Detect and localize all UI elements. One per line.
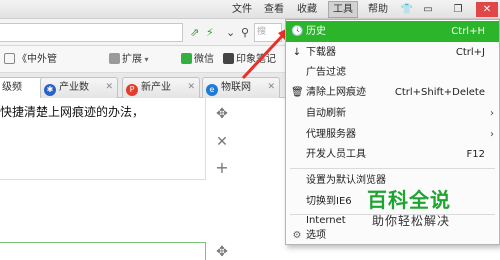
tab-label: 级频 — [2, 82, 22, 93]
menu-help[interactable]: 帮助 — [365, 3, 391, 17]
tab-item[interactable]: ✱ 产业数 ✕ — [40, 77, 118, 98]
move-icon[interactable]: ✥ — [214, 106, 230, 122]
close-icon[interactable]: ✕ — [214, 134, 230, 150]
tab-label: 物联网 — [221, 82, 251, 93]
move-icon[interactable]: ✥ — [214, 244, 230, 260]
lightning-icon[interactable]: ⚡ — [206, 26, 214, 40]
gear-icon: ⚙ — [292, 230, 302, 241]
news-icon: P — [126, 84, 138, 96]
skin-icon[interactable]: 👕 — [397, 2, 417, 17]
chevron-right-icon: › — [490, 108, 494, 119]
page-icon — [4, 53, 15, 64]
content-box — [0, 242, 206, 260]
watermark-slogan: 助你轻松解决 — [372, 214, 451, 228]
menu-view[interactable]: 查看 — [261, 3, 287, 17]
trash-icon: 🗑 — [291, 87, 304, 98]
search-input[interactable]: 搜 — [254, 23, 282, 42]
evernote-label: 印象笔记 — [236, 54, 276, 65]
tab-close-icon[interactable]: ✕ — [105, 78, 113, 97]
menu-item-clear-history[interactable]: 🗑 清除上网痕迹 Ctrl+Shift+Delete — [286, 82, 499, 103]
bookmark-label: 《中外管 — [17, 54, 57, 65]
tab-item[interactable]: e 物联网 ✕ — [202, 77, 280, 98]
menu-separator — [290, 168, 495, 169]
globe-icon: e — [206, 84, 218, 96]
minimize-button[interactable]: ▭ — [418, 2, 438, 17]
wechat-icon — [181, 53, 192, 64]
tab-label: 新产业 — [141, 82, 171, 93]
close-button[interactable]: ✕ — [476, 2, 498, 17]
url-input[interactable] — [0, 23, 183, 42]
menu-item-dev-tools[interactable]: 开发人员工具 F12 — [286, 144, 499, 165]
download-icon: ↓ — [292, 47, 302, 58]
tab-label: 产业数 — [59, 82, 89, 93]
extensions-button[interactable]: 扩展 ▾ — [109, 53, 149, 67]
bookmark-item[interactable]: 《中外管 — [4, 53, 57, 67]
evernote-icon — [223, 53, 234, 64]
tab-item[interactable]: P 新产业 ✕ — [122, 77, 200, 98]
clock-icon: 🕓 — [291, 26, 304, 37]
restore-button[interactable]: ❐ — [448, 2, 468, 17]
article-box: 快捷清楚上网痕迹的办法， — [0, 98, 206, 180]
paw-icon: ✱ — [44, 84, 56, 96]
wechat-label: 微信 — [194, 54, 214, 65]
evernote-button[interactable]: 印象笔记 — [223, 53, 276, 67]
watermark-logo: 百科全说 — [367, 188, 451, 212]
extensions-label: 扩展 — [122, 54, 142, 65]
wechat-button[interactable]: 微信 — [181, 53, 214, 67]
article-text: 快捷清楚上网痕迹的办法， — [0, 105, 145, 119]
menu-file[interactable]: 文件 — [229, 3, 255, 17]
chevron-right-icon: › — [490, 129, 494, 140]
puzzle-icon — [109, 53, 120, 64]
menu-item-history[interactable]: 🕓 历史 Ctrl+H — [286, 21, 499, 42]
menu-item-auto-refresh[interactable]: 自动刷新 › — [286, 103, 499, 124]
menu-item-proxy[interactable]: 代理服务器 › — [286, 124, 499, 145]
tab-close-icon[interactable]: ✕ — [187, 78, 195, 97]
search-icon[interactable]: ⚲ — [241, 26, 249, 40]
add-icon[interactable]: + — [214, 158, 230, 177]
share-icon[interactable]: ⇗ — [190, 26, 199, 40]
menu-bar: 文件 查看 收藏 工具 帮助 👕 ▭ ❐ ✕ — [0, 0, 500, 19]
menu-item-ad-filter[interactable]: 广告过滤 — [286, 62, 499, 83]
tab-close-icon[interactable]: ✕ — [267, 78, 275, 97]
chevron-down-icon[interactable]: ⌄ — [226, 26, 235, 40]
menu-item-downloads[interactable]: ↓ 下载器 Ctrl+J — [286, 42, 499, 63]
menu-tools[interactable]: 工具 — [328, 1, 358, 18]
menu-favorites[interactable]: 收藏 — [294, 3, 320, 17]
